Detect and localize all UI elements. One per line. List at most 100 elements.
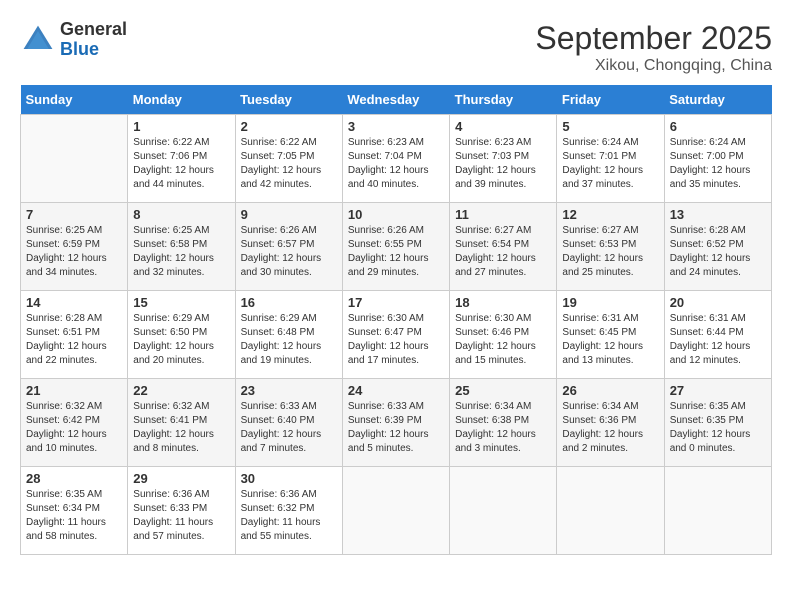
calendar-cell: 14 Sunrise: 6:28 AM Sunset: 6:51 PM Dayli… [21,291,128,379]
header-cell-wednesday: Wednesday [342,85,449,115]
calendar-cell: 17Sunrise: 6:30 AM Sunset: 6:47 PM Dayli… [342,291,449,379]
day-info: Sunrise: 6:28 AM Sunset: 6:52 PM Dayligh… [670,224,766,280]
week-row-3: 21 Sunrise: 6:32 AM Sunset: 6:42 PM Dayli… [21,379,772,467]
day-info: Sunrise: 6:22 AM Sunset: 7:06 PM Dayligh… [133,136,229,192]
week-row-4: 28 Sunrise: 6:35 AM Sunset: 6:34 PM Dayli… [21,467,772,555]
day-info: Sunrise: 6:22 AM Sunset: 7:05 PM Dayligh… [241,136,337,192]
day-info: Sunrise: 6:35 AM Sunset: 6:34 PM Dayligh… [26,488,122,544]
day-number: 12 [562,207,658,222]
calendar-cell: 18 Sunrise: 6:30 AM Sunset: 6:46 PM Dayli… [450,291,557,379]
week-row-1: 7 Sunrise: 6:25 AM Sunset: 6:59 PM Daylig… [21,203,772,291]
day-number: 28 [26,471,122,486]
day-number: 13 [670,207,766,222]
calendar-table: SundayMondayTuesdayWednesdayThursdayFrid… [20,85,772,555]
location: Xikou, Chongqing, China [535,57,772,75]
day-number: 20 [670,295,766,310]
calendar-cell: 23Sunrise: 6:33 AM Sunset: 6:40 PM Dayli… [235,379,342,467]
header-cell-monday: Monday [128,85,235,115]
calendar-cell: 6 Sunrise: 6:24 AM Sunset: 7:00 PM Daylig… [664,115,771,203]
day-info: Sunrise: 6:30 AM Sunset: 6:47 PM Dayligh… [348,312,444,368]
day-number: 5 [562,119,658,134]
logo-icon [20,22,56,58]
day-info: Sunrise: 6:30 AM Sunset: 6:46 PM Dayligh… [455,312,551,368]
calendar-cell: 20 Sunrise: 6:31 AM Sunset: 6:44 PM Dayli… [664,291,771,379]
calendar-cell: 1Sunrise: 6:22 AM Sunset: 7:06 PM Daylig… [128,115,235,203]
day-number: 7 [26,207,122,222]
logo: General Blue [20,20,127,60]
day-info: Sunrise: 6:23 AM Sunset: 7:04 PM Dayligh… [348,136,444,192]
day-number: 10 [348,207,444,222]
day-number: 21 [26,383,122,398]
calendar-cell: 2Sunrise: 6:22 AM Sunset: 7:05 PM Daylig… [235,115,342,203]
day-info: Sunrise: 6:31 AM Sunset: 6:44 PM Dayligh… [670,312,766,368]
day-number: 25 [455,383,551,398]
day-info: Sunrise: 6:36 AM Sunset: 6:32 PM Dayligh… [241,488,337,544]
calendar-cell: 3Sunrise: 6:23 AM Sunset: 7:04 PM Daylig… [342,115,449,203]
calendar-cell: 24 Sunrise: 6:33 AM Sunset: 6:39 PM Dayli… [342,379,449,467]
month-title: September 2025 [535,20,772,57]
calendar-cell [342,467,449,555]
header-cell-saturday: Saturday [664,85,771,115]
calendar-cell: 8Sunrise: 6:25 AM Sunset: 6:58 PM Daylig… [128,203,235,291]
day-number: 15 [133,295,229,310]
day-info: Sunrise: 6:23 AM Sunset: 7:03 PM Dayligh… [455,136,551,192]
header-cell-friday: Friday [557,85,664,115]
calendar-cell: 22Sunrise: 6:32 AM Sunset: 6:41 PM Dayli… [128,379,235,467]
day-number: 6 [670,119,766,134]
day-info: Sunrise: 6:34 AM Sunset: 6:36 PM Dayligh… [562,400,658,456]
day-info: Sunrise: 6:32 AM Sunset: 6:42 PM Dayligh… [26,400,122,456]
week-row-0: 1Sunrise: 6:22 AM Sunset: 7:06 PM Daylig… [21,115,772,203]
calendar-cell [21,115,128,203]
day-number: 24 [348,383,444,398]
day-info: Sunrise: 6:35 AM Sunset: 6:35 PM Dayligh… [670,400,766,456]
day-info: Sunrise: 6:33 AM Sunset: 6:39 PM Dayligh… [348,400,444,456]
day-info: Sunrise: 6:36 AM Sunset: 6:33 PM Dayligh… [133,488,229,544]
calendar-cell: 28 Sunrise: 6:35 AM Sunset: 6:34 PM Dayli… [21,467,128,555]
day-number: 22 [133,383,229,398]
day-number: 16 [241,295,337,310]
calendar-cell: 13 Sunrise: 6:28 AM Sunset: 6:52 PM Dayli… [664,203,771,291]
day-number: 23 [241,383,337,398]
day-number: 9 [241,207,337,222]
calendar-cell: 19 Sunrise: 6:31 AM Sunset: 6:45 PM Dayli… [557,291,664,379]
day-info: Sunrise: 6:31 AM Sunset: 6:45 PM Dayligh… [562,312,658,368]
page-header: General Blue September 2025 Xikou, Chong… [20,20,772,75]
day-info: Sunrise: 6:24 AM Sunset: 7:00 PM Dayligh… [670,136,766,192]
calendar-cell: 7 Sunrise: 6:25 AM Sunset: 6:59 PM Daylig… [21,203,128,291]
day-info: Sunrise: 6:26 AM Sunset: 6:57 PM Dayligh… [241,224,337,280]
calendar-cell [557,467,664,555]
calendar-cell: 16 Sunrise: 6:29 AM Sunset: 6:48 PM Dayli… [235,291,342,379]
header-cell-thursday: Thursday [450,85,557,115]
day-number: 27 [670,383,766,398]
calendar-cell: 27 Sunrise: 6:35 AM Sunset: 6:35 PM Dayli… [664,379,771,467]
header-row: SundayMondayTuesdayWednesdayThursdayFrid… [21,85,772,115]
day-number: 30 [241,471,337,486]
calendar-cell: 11 Sunrise: 6:27 AM Sunset: 6:54 PM Dayli… [450,203,557,291]
logo-text: General Blue [60,20,127,60]
day-info: Sunrise: 6:25 AM Sunset: 6:59 PM Dayligh… [26,224,122,280]
calendar-cell: 4 Sunrise: 6:23 AM Sunset: 7:03 PM Daylig… [450,115,557,203]
day-number: 14 [26,295,122,310]
day-info: Sunrise: 6:24 AM Sunset: 7:01 PM Dayligh… [562,136,658,192]
calendar-cell: 15 Sunrise: 6:29 AM Sunset: 6:50 PM Dayli… [128,291,235,379]
day-info: Sunrise: 6:29 AM Sunset: 6:48 PM Dayligh… [241,312,337,368]
day-number: 11 [455,207,551,222]
day-number: 18 [455,295,551,310]
calendar-cell: 10 Sunrise: 6:26 AM Sunset: 6:55 PM Dayli… [342,203,449,291]
day-number: 8 [133,207,229,222]
calendar-cell [450,467,557,555]
calendar-cell: 30 Sunrise: 6:36 AM Sunset: 6:32 PM Dayli… [235,467,342,555]
day-number: 19 [562,295,658,310]
week-row-2: 14 Sunrise: 6:28 AM Sunset: 6:51 PM Dayli… [21,291,772,379]
calendar-cell: 5 Sunrise: 6:24 AM Sunset: 7:01 PM Daylig… [557,115,664,203]
calendar-header: SundayMondayTuesdayWednesdayThursdayFrid… [21,85,772,115]
day-info: Sunrise: 6:28 AM Sunset: 6:51 PM Dayligh… [26,312,122,368]
day-info: Sunrise: 6:26 AM Sunset: 6:55 PM Dayligh… [348,224,444,280]
day-info: Sunrise: 6:27 AM Sunset: 6:54 PM Dayligh… [455,224,551,280]
calendar-cell: 12Sunrise: 6:27 AM Sunset: 6:53 PM Dayli… [557,203,664,291]
day-info: Sunrise: 6:29 AM Sunset: 6:50 PM Dayligh… [133,312,229,368]
title-block: September 2025 Xikou, Chongqing, China [535,20,772,75]
calendar-body: 1Sunrise: 6:22 AM Sunset: 7:06 PM Daylig… [21,115,772,555]
calendar-cell: 29Sunrise: 6:36 AM Sunset: 6:33 PM Dayli… [128,467,235,555]
day-number: 4 [455,119,551,134]
